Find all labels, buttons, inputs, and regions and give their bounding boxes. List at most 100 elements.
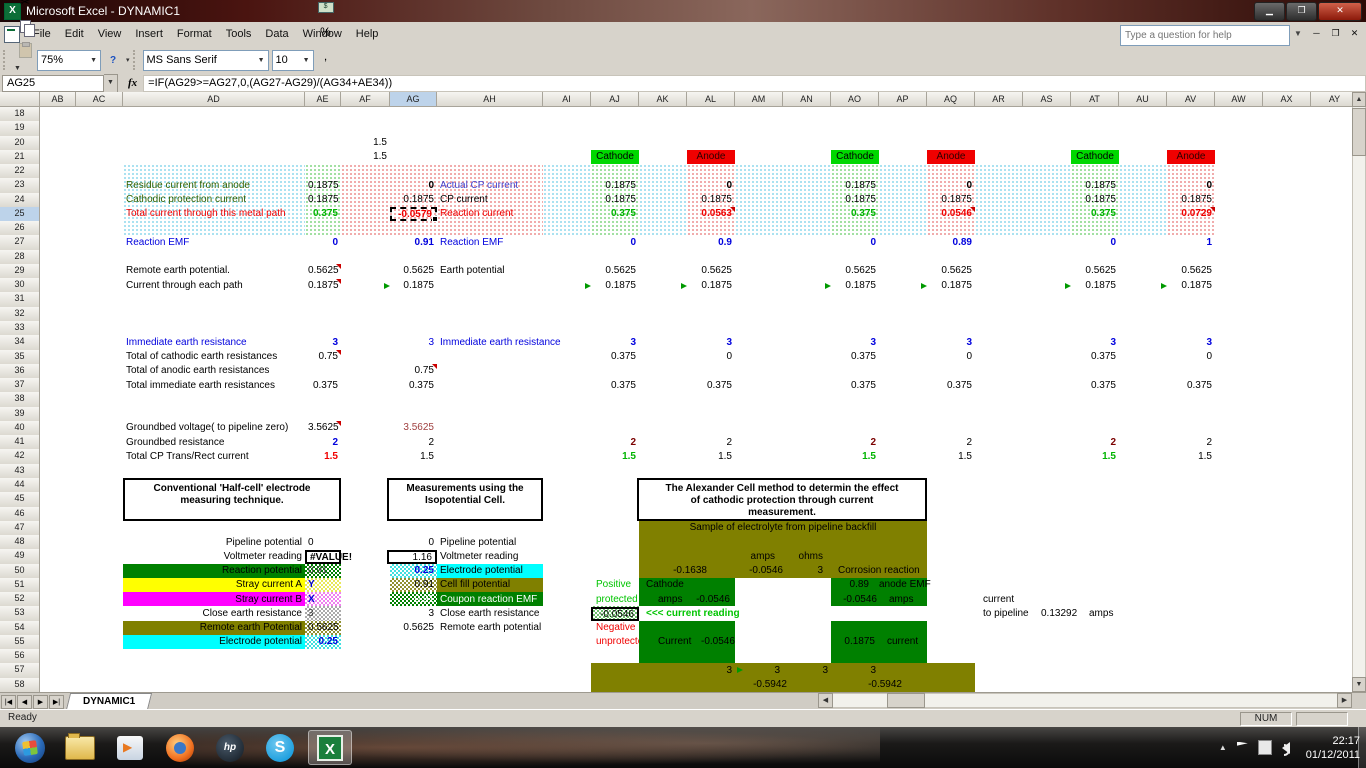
cell-AD53[interactable]: Close earth resistance xyxy=(123,607,305,621)
cell-AG27[interactable]: 0.91 xyxy=(390,236,437,250)
cell-AO21[interactable]: Cathode xyxy=(831,150,879,164)
cell-AO41[interactable]: 2 xyxy=(831,436,879,450)
tray-expand-icon[interactable]: ▲ xyxy=(1219,743,1227,752)
row-header-44[interactable]: 44 xyxy=(0,478,40,493)
cell-AD34[interactable]: Immediate earth resistance xyxy=(123,336,305,350)
cell-AG41[interactable]: 2 xyxy=(390,436,437,450)
row-header-22[interactable]: 22 xyxy=(0,164,40,179)
cell-AD50[interactable]: Reaction potential xyxy=(123,564,305,578)
cell-x698r55[interactable]: -0.0546 xyxy=(698,635,734,649)
taskbar-clock[interactable]: 22:17 01/12/2011 xyxy=(1306,734,1360,762)
cell-x1086r53[interactable]: amps xyxy=(1086,607,1122,621)
cell-AD51[interactable]: Stray current A xyxy=(123,578,305,592)
cell-AE50[interactable]: 0.91 xyxy=(305,564,341,578)
row-header-27[interactable]: 27 xyxy=(0,235,40,250)
menu-data[interactable]: Data xyxy=(258,25,295,43)
cell-AQ21[interactable]: Anode xyxy=(927,150,975,164)
vertical-scrollbar[interactable] xyxy=(1352,92,1366,692)
cell-AE25[interactable]: 0.375 xyxy=(305,207,341,221)
media-player-icon[interactable] xyxy=(108,730,152,765)
action-center-flag-icon[interactable]: ✕ xyxy=(1237,742,1248,754)
column-header-AC[interactable]: AC xyxy=(76,92,123,107)
column-header-AM[interactable]: AM xyxy=(735,92,783,107)
cell-AH50[interactable]: Electrode potential xyxy=(437,564,543,578)
cell-AT30[interactable]: 0.1875 xyxy=(1071,279,1119,293)
cell-AO37[interactable]: 0.375 xyxy=(831,379,879,393)
cell-AG52[interactable]: 0.91 xyxy=(390,593,437,607)
cell-x387r49[interactable]: 1.16 xyxy=(387,550,437,564)
column-header-AX[interactable]: AX xyxy=(1263,92,1311,107)
row-header-32[interactable]: 32 xyxy=(0,307,40,322)
column-header-AV[interactable]: AV xyxy=(1167,92,1215,107)
toolbar-grip[interactable] xyxy=(3,50,10,70)
menu-edit[interactable]: Edit xyxy=(58,25,91,43)
cell-AT21[interactable]: Cathode xyxy=(1071,150,1119,164)
cell-AG25[interactable]: -0.0579 xyxy=(390,207,437,221)
cell-AD52[interactable]: Stray current B xyxy=(123,593,305,607)
row-header-26[interactable]: 26 xyxy=(0,221,40,236)
cell-AD30[interactable]: Current through each path xyxy=(123,279,305,293)
row-header-38[interactable]: 38 xyxy=(0,392,40,407)
cell-AJ34[interactable]: 3 xyxy=(591,336,639,350)
cell-AT27[interactable]: 0 xyxy=(1071,236,1119,250)
cell-AJ27[interactable]: 0 xyxy=(591,236,639,250)
row-header-47[interactable]: 47 xyxy=(0,521,40,536)
currency-icon[interactable]: $ xyxy=(314,0,338,20)
cell-AL25[interactable]: 0.0563 xyxy=(687,207,735,221)
cell-AD49[interactable]: Voltmeter reading xyxy=(123,550,305,564)
tab-prev-icon[interactable]: ◀ xyxy=(17,695,32,709)
column-header-AE[interactable]: AE xyxy=(305,92,341,107)
column-header-AO[interactable]: AO xyxy=(831,92,879,107)
cell-x593r54[interactable]: Negative xyxy=(593,621,641,635)
text-box-1[interactable]: Conventional 'Half-cell' electrodemeasur… xyxy=(123,478,341,521)
cell-AD35[interactable]: Total of cathodic earth resistances xyxy=(123,350,305,364)
cell-AJ37[interactable]: 0.375 xyxy=(591,379,639,393)
vertical-scroll-thumb[interactable] xyxy=(1352,108,1366,156)
cell-AV34[interactable]: 3 xyxy=(1167,336,1215,350)
cell-AE29[interactable]: 0.5625 xyxy=(305,264,341,278)
column-header-AY[interactable]: AY xyxy=(1311,92,1352,107)
cell-AE52[interactable]: X xyxy=(305,593,341,607)
help-search-input[interactable] xyxy=(1120,25,1290,46)
cell-x830r55[interactable]: 0.1875 xyxy=(830,635,878,649)
row-header-24[interactable]: 24 xyxy=(0,193,40,208)
workbook-close-button[interactable]: ✕ xyxy=(1345,25,1364,42)
row-header-57[interactable]: 57 xyxy=(0,663,40,678)
cell-AQ29[interactable]: 0.5625 xyxy=(927,264,975,278)
cell-AG30[interactable]: 0.1875 xyxy=(390,279,437,293)
horizontal-scroll-thumb[interactable] xyxy=(887,693,925,708)
paste-icon-dropdown[interactable]: ▼ xyxy=(14,65,21,72)
cell-x655r52[interactable]: amps xyxy=(655,593,683,607)
cell-AJ25[interactable]: 0.375 xyxy=(591,207,639,221)
column-header-AP[interactable]: AP xyxy=(879,92,927,107)
cell-AG24[interactable]: 0.1875 xyxy=(390,193,437,207)
cell-AG53[interactable]: 3 xyxy=(390,607,437,621)
cell-AT29[interactable]: 0.5625 xyxy=(1071,264,1119,278)
column-header-AF[interactable]: AF xyxy=(341,92,390,107)
row-header-28[interactable]: 28 xyxy=(0,250,40,265)
cell-AE40[interactable]: 3.5625 xyxy=(305,421,341,435)
cell-AH49[interactable]: Voltmeter reading xyxy=(437,550,543,564)
cell-AM57[interactable]: 3 xyxy=(735,664,783,678)
menu-insert[interactable]: Insert xyxy=(128,25,170,43)
row-header-46[interactable]: 46 xyxy=(0,507,40,522)
cell-AT35[interactable]: 0.375 xyxy=(1071,350,1119,364)
cell-AO29[interactable]: 0.5625 xyxy=(831,264,879,278)
cell-AE30[interactable]: 0.1875 xyxy=(305,279,341,293)
cell-AL34[interactable]: 3 xyxy=(687,336,735,350)
cell-AT23[interactable]: 0.1875 xyxy=(1071,179,1119,193)
row-header-49[interactable]: 49 xyxy=(0,549,40,564)
scroll-up-icon[interactable]: ▲ xyxy=(1352,92,1366,107)
cell-AT42[interactable]: 1.5 xyxy=(1071,450,1119,464)
cell-AG37[interactable]: 0.375 xyxy=(390,379,437,393)
column-header-AJ[interactable]: AJ xyxy=(591,92,639,107)
column-header-AW[interactable]: AW xyxy=(1215,92,1263,107)
row-header-50[interactable]: 50 xyxy=(0,564,40,579)
menu-view[interactable]: View xyxy=(91,25,129,43)
cell-AD29[interactable]: Remote earth potential. xyxy=(123,264,305,278)
cell-AH29[interactable]: Earth potential xyxy=(437,264,543,278)
cell-AH51[interactable]: Cell fill potential xyxy=(437,578,543,592)
cell-AQ30[interactable]: 0.1875 xyxy=(927,279,975,293)
tab-next-icon[interactable]: ▶ xyxy=(33,695,48,709)
cell-AF21[interactable]: 1.5 xyxy=(341,150,390,164)
